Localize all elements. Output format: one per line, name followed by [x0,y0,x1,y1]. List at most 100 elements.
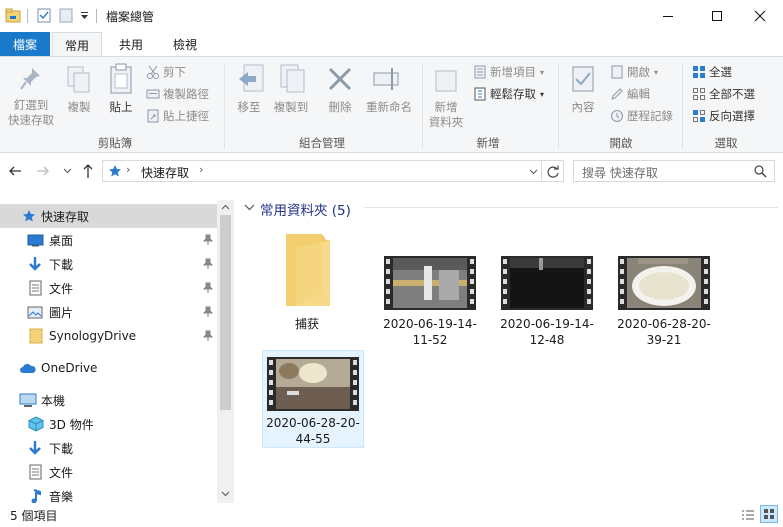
group-separator [224,63,225,149]
folder-item[interactable]: 捕获 [264,228,350,338]
folder-icon [286,234,330,306]
easy-access-button[interactable]: 輕鬆存取 ▾ [473,85,544,103]
invert-selection-button[interactable]: 反向選擇 [692,107,755,125]
paste-shortcut-icon [147,109,159,123]
content-pane: 常用資料夾 (5) 捕获 2020-06-19-14- 11-52 2020-0… [236,192,783,503]
scroll-thumb[interactable] [220,215,231,410]
ribbon-tabs: 檔案 常用 共用 檢視 ? [0,32,783,83]
group-separator [422,63,423,149]
scroll-down-arrow-icon[interactable] [221,491,230,497]
nav-label: 3D 物件 [49,417,94,432]
group-collapse-chevron-icon[interactable] [244,203,255,211]
tab-home[interactable]: 常用 [52,32,102,57]
video-folder-item[interactable]: 2020-06-28-20- 39-21 [614,250,714,350]
history-label: 歷程記錄 [627,109,673,123]
status-bar: 5 個項目 [0,503,783,527]
pin-icon [203,282,213,293]
large-icons-view-icon [764,509,774,519]
nav-item-pictures[interactable]: 圖片 [0,300,217,324]
address-dropdown-chevron-icon[interactable] [529,168,538,175]
tab-share[interactable]: 共用 [106,32,156,56]
select-group-label: 選取 [714,136,738,150]
nav-scrollbar[interactable] [217,200,234,503]
address-path[interactable]: 快速存取 [141,164,189,181]
pin-to-quick-access-button[interactable]: 釘選到 快速存取 [2,98,60,128]
onedrive-cloud-icon [20,363,36,373]
video-folder-item-selected[interactable]: 2020-06-28-20- 44-55 [262,350,364,448]
search-icon[interactable] [754,165,767,178]
customize-qa-dropdown-icon[interactable] [80,12,89,20]
nav-item-this-pc[interactable]: 本機 [0,388,217,412]
copy-path-label: 複製路徑 [163,87,209,101]
properties-qa-icon[interactable] [37,8,51,23]
new-item-button[interactable]: 新增項目 ▾ [473,63,544,81]
video-folder-name-line1: 2020-06-28-20- [617,317,711,331]
scroll-up-arrow-icon[interactable] [221,204,230,210]
move-to-button[interactable]: 移至 [232,100,266,115]
video-folder-item[interactable]: 2020-06-19-14- 11-52 [380,250,480,350]
nav-item-downloads[interactable]: 下載 [0,252,217,276]
quick-access-star-icon [23,210,35,222]
nav-item-synologydrive[interactable]: SynologyDrive [0,324,217,348]
group-header[interactable]: 常用資料夾 (5) [260,199,351,219]
nav-label: 本機 [41,393,66,408]
nav-item-quick-access[interactable]: 快速存取 [0,204,217,228]
paste-button[interactable]: 貼上 [104,100,138,115]
select-none-icon [693,88,705,100]
delete-button[interactable]: 刪除 [322,100,358,115]
maximize-button[interactable] [694,0,740,32]
document-icon [29,280,42,296]
history-icon [611,110,623,122]
new-folder-button[interactable]: 新增 資料夾 [424,100,468,130]
rename-icon [373,68,399,90]
copy-button[interactable]: 複製 [63,100,95,115]
nav-item-desktop[interactable]: 桌面 [0,228,217,252]
copy-to-icon [280,64,305,93]
history-button[interactable]: 歷程記錄 [610,107,673,125]
paste-shortcut-label: 貼上捷徑 [163,109,209,123]
nav-item-downloads-pc[interactable]: 下載 [0,436,217,460]
select-all-button[interactable]: 全選 [692,63,732,81]
address-bar[interactable]: › 快速存取 › [102,160,542,182]
up-arrow-icon[interactable] [81,163,95,179]
properties-button[interactable]: 內容 [566,100,600,115]
open-group-label: 開啟 [609,136,633,150]
select-all-icon [693,66,705,78]
video-folder-item[interactable]: 2020-06-19-14- 12-48 [497,250,597,350]
ribbon: 釘選到 快速存取 複製 貼上 剪下 複製路徑 貼上捷徑 剪貼簿 移至 複製到 刪… [0,56,783,153]
video-thumbnail [267,357,359,411]
paste-icon [110,63,132,94]
pin-icon [203,306,213,317]
nav-item-documents[interactable]: 文件 [0,276,217,300]
search-box[interactable]: 搜尋 快速存取 [573,160,775,182]
download-arrow-icon [29,441,41,455]
details-view-icon[interactable] [741,509,755,521]
large-icons-view-button[interactable] [760,505,778,523]
new-folder-qa-icon[interactable] [59,8,73,23]
open-button[interactable]: 開啟 ▾ [610,63,658,81]
invert-selection-label: 反向選擇 [709,109,755,123]
copy-to-button[interactable]: 複製到 [270,100,312,115]
document-icon [29,464,42,480]
paste-shortcut-button[interactable]: 貼上捷徑 [146,107,209,125]
minimize-button[interactable] [645,0,691,32]
nav-label: 圖片 [49,305,74,320]
select-none-button[interactable]: 全部不選 [692,85,755,103]
cut-button[interactable]: 剪下 [146,63,186,81]
tab-file[interactable]: 檔案 [0,32,50,56]
recent-locations-chevron-icon[interactable] [63,167,72,174]
nav-item-documents-pc[interactable]: 文件 [0,460,217,484]
edit-button[interactable]: 編輯 [610,85,650,103]
tab-view[interactable]: 檢視 [160,32,210,56]
refresh-button[interactable] [542,160,564,182]
new-group-label: 新增 [476,136,500,150]
rename-button[interactable]: 重新命名 [362,100,416,115]
explorer-icon [5,8,21,23]
nav-item-onedrive[interactable]: OneDrive [0,356,217,380]
back-arrow-icon[interactable] [8,164,22,178]
nav-item-3d-objects[interactable]: 3D 物件 [0,412,217,436]
forward-arrow-icon[interactable] [36,164,50,178]
close-button[interactable] [737,0,783,32]
copy-path-button[interactable]: 複製路徑 [146,85,209,103]
desktop-icon [27,234,44,247]
